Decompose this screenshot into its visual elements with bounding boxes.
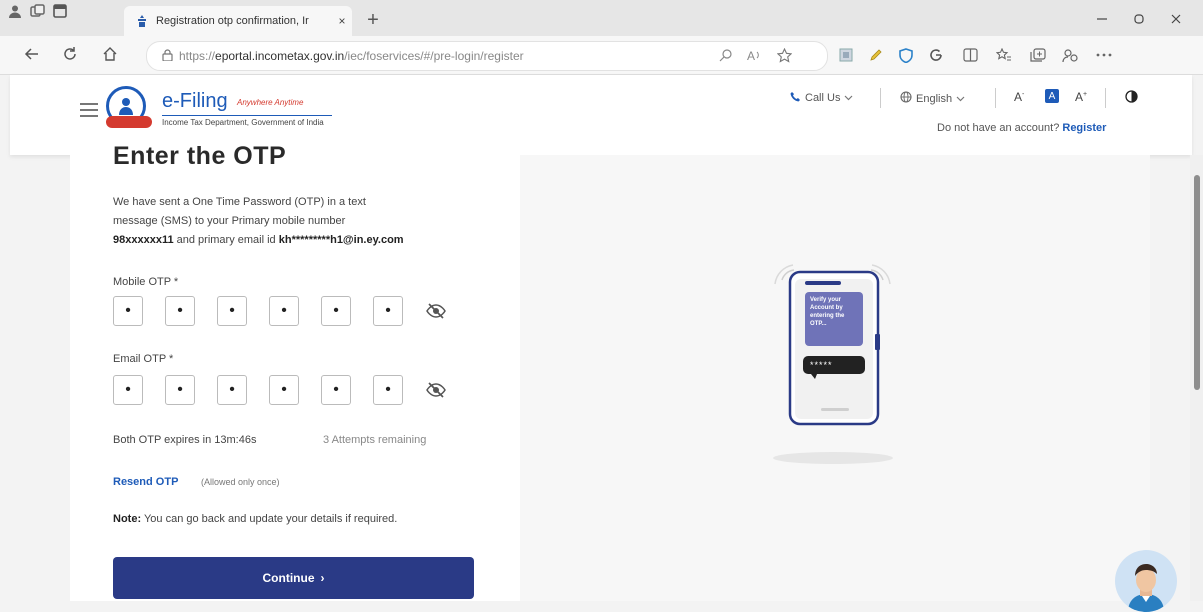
chatbot-avatar[interactable] [1115,550,1177,612]
resend-otp-link[interactable]: Resend OTP [113,476,178,488]
url-scheme: https:// [179,49,216,63]
mobile-otp-digit-6[interactable]: • [373,296,403,326]
collections-icon[interactable] [1024,42,1052,68]
logo-ribbon [106,116,152,128]
email-otp-digit-4[interactable]: • [269,375,299,405]
favorites-icon[interactable] [990,42,1018,68]
efiling-logo-tagline: Anywhere Anytime [237,98,304,107]
chevron-right-icon: › [320,571,325,585]
phone-icon [790,91,801,105]
url-path: /iec/foservices/#/pre-login/register [344,49,524,63]
svg-text:A: A [747,49,755,62]
lock-icon [155,48,179,64]
profile-extension-icon[interactable] [1056,42,1084,68]
masked-mobile-number: 98xxxxxx11 [113,234,174,246]
mobile-otp-digit-2[interactable]: • [165,296,195,326]
efiling-logo-subtitle: Income Tax Department, Government of Ind… [162,118,324,127]
email-otp-digit-2[interactable]: • [165,375,195,405]
shield-extension-icon[interactable] [892,42,920,68]
tab-close-icon[interactable]: × [332,14,352,28]
read-aloud-icon[interactable]: A [740,42,768,68]
tab-title: Registration otp confirmation, Ir [156,15,309,27]
header-divider [880,88,881,108]
tab-actions-icon[interactable] [53,4,67,24]
tab-bar-left-icons [8,4,67,24]
otp-expiry-timer: Both OTP expires in 13m:46s [113,434,257,446]
split-screen-icon[interactable] [956,42,984,68]
chevron-down-icon [844,92,853,104]
back-icon[interactable] [18,40,46,68]
mobile-otp-digit-3[interactable]: • [217,296,247,326]
masked-email: kh*********h1@in.ey.com [278,234,404,246]
continue-label: Continue [262,571,315,585]
refresh-icon[interactable] [56,40,84,68]
profile-icon[interactable] [8,4,22,24]
phone-illustration: Verify your Account by entering the OTP.… [765,262,900,472]
contrast-toggle-icon[interactable] [1125,90,1138,106]
efiling-logo-title[interactable]: e-Filing [162,90,228,113]
otp-description: We have sent a One Time Password (OTP) i… [113,196,404,246]
masked-code: ***** [810,360,833,370]
resend-note: (Allowed only once) [201,477,280,487]
scrollbar-thumb[interactable] [1194,175,1200,390]
workspaces-icon[interactable] [30,4,45,24]
globe-icon [900,91,912,106]
favorite-star-icon[interactable] [770,42,798,68]
mobile-otp-digit-1[interactable]: • [113,296,143,326]
email-otp-label: Email OTP * [113,353,174,365]
new-tab-button[interactable]: + [360,8,386,32]
email-otp-group: • • • • • • [113,375,447,405]
email-otp-digit-6[interactable]: • [373,375,403,405]
g-extension-icon[interactable] [922,42,950,68]
font-decrease-button[interactable]: A- [1014,90,1024,104]
email-otp-digit-1[interactable]: • [113,375,143,405]
extension-grid-icon[interactable] [832,42,860,68]
extension-pen-icon[interactable] [862,42,890,68]
chevron-down-icon [956,93,965,105]
more-options-icon[interactable] [1090,42,1118,68]
eye-slash-icon[interactable] [425,379,447,401]
font-increase-button[interactable]: A+ [1075,90,1087,104]
header-divider [995,88,996,108]
page-title: Enter the OTP [113,142,287,170]
url-host: eportal.incometax.gov.in [215,49,345,63]
header-divider [1105,88,1106,108]
eye-slash-icon[interactable] [425,300,447,322]
email-otp-digit-3[interactable]: • [217,375,247,405]
mobile-otp-digit-4[interactable]: • [269,296,299,326]
call-us-menu[interactable]: Call Us [790,91,853,105]
language-menu[interactable]: English [900,91,965,106]
hamburger-menu-icon[interactable] [80,103,98,117]
home-icon[interactable] [96,40,124,68]
attempts-remaining: 3 Attempts remaining [323,434,427,446]
register-link[interactable]: Register [1062,122,1106,134]
income-tax-favicon [134,13,150,29]
continue-button[interactable]: Continue › [113,557,474,599]
font-normal-button[interactable]: A [1045,89,1059,103]
mobile-otp-digit-5[interactable]: • [321,296,351,326]
logo-divider [162,115,332,116]
update-details-note: Note: You can go back and update your de… [113,513,398,525]
minimize-button[interactable] [1085,6,1119,32]
sms-message-text: Verify your Account by entering the OTP.… [810,297,845,327]
mobile-otp-label: Mobile OTP * [113,276,179,288]
language-label: English [916,92,953,105]
call-us-label: Call Us [805,92,841,104]
email-otp-digit-5[interactable]: • [321,375,351,405]
close-window-button[interactable] [1159,6,1193,32]
browser-tab-active[interactable]: Registration otp confirmation, Ir × [124,6,352,36]
account-prompt: Do not have an account? Register [937,122,1107,134]
mobile-otp-group: • • • • • • [113,296,447,326]
search-page-icon[interactable] [712,42,740,68]
restore-button[interactable] [1122,6,1156,32]
